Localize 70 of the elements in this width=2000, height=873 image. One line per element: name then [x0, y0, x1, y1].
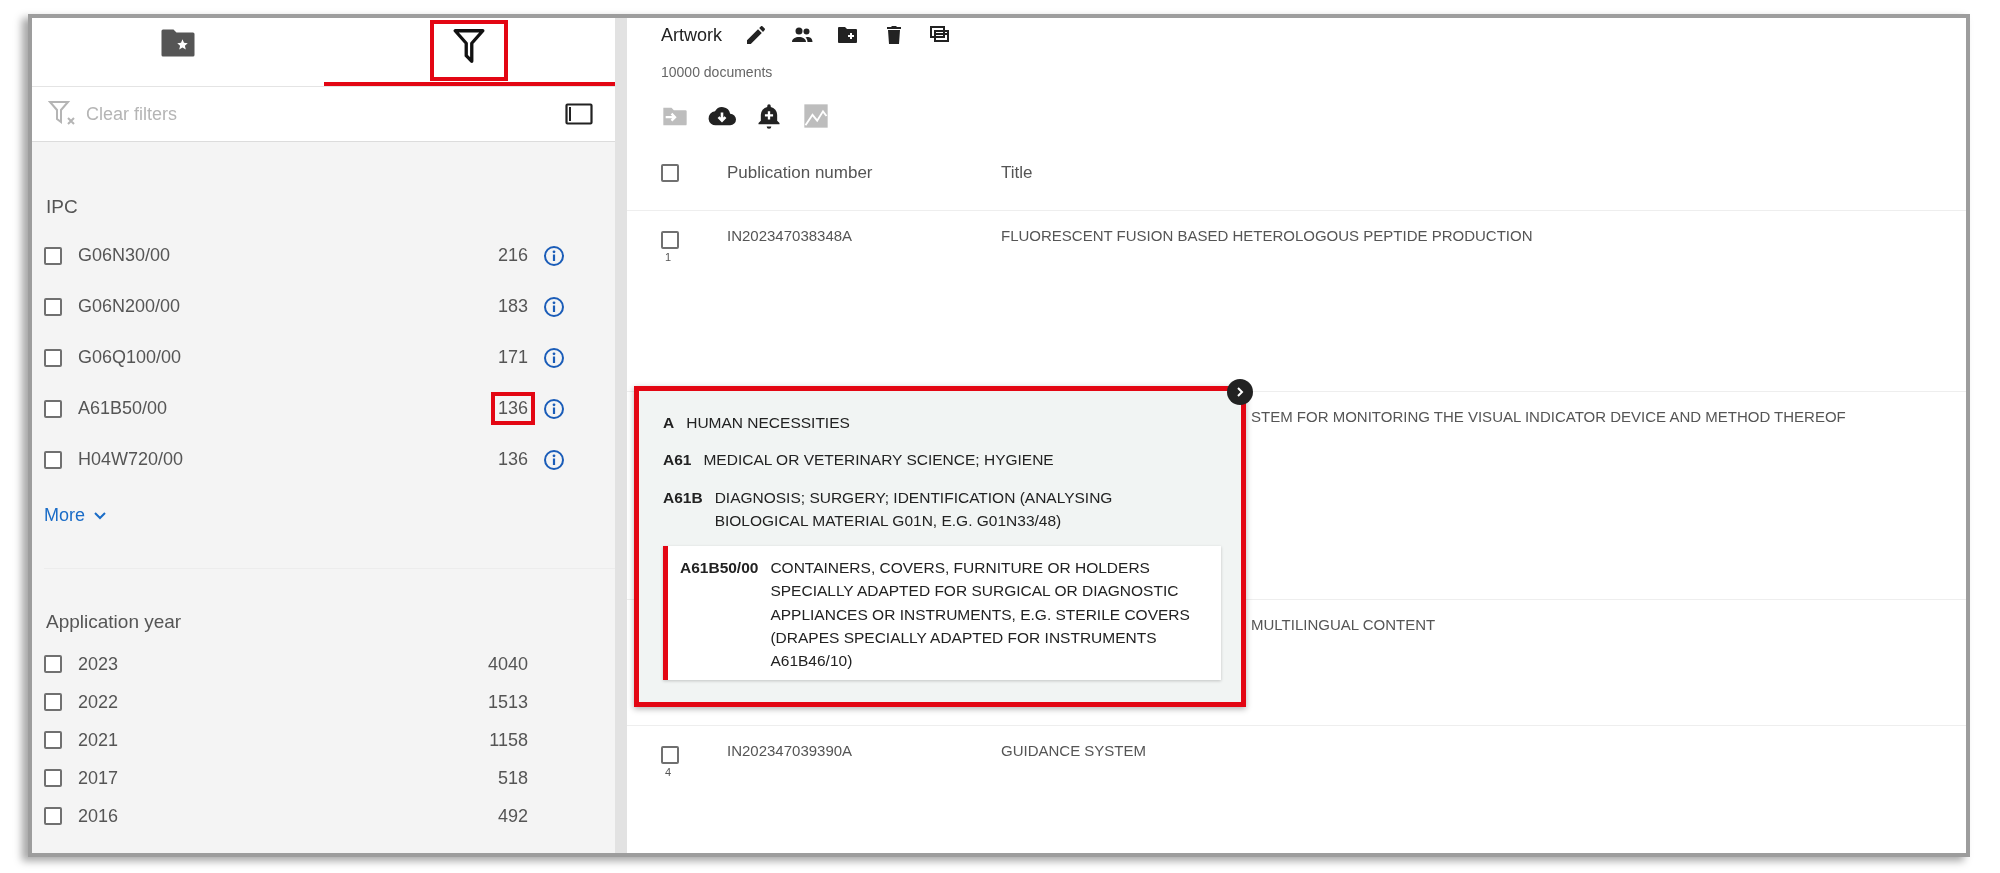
- pencil-icon[interactable]: [744, 23, 768, 47]
- checkbox[interactable]: [44, 399, 62, 418]
- facet-count: 136: [496, 448, 529, 471]
- facet-label: G06Q100/00: [78, 347, 183, 368]
- checkbox[interactable]: [44, 348, 62, 367]
- select-all-checkbox[interactable]: [661, 164, 679, 182]
- info-icon[interactable]: [543, 346, 565, 369]
- caret-icon: [93, 510, 107, 521]
- checkbox[interactable]: [44, 655, 62, 673]
- facet-label: 2016: [78, 805, 120, 827]
- facet-label: 2021: [78, 729, 120, 751]
- chevron-icon: [1234, 386, 1246, 398]
- row-checkbox[interactable]: [661, 746, 679, 764]
- class-code: A61: [663, 450, 692, 471]
- document-title[interactable]: STEM FOR MONITORING THE VISUAL INDICATOR DEVICE AND METHOD THEREOF: [1251, 408, 1846, 425]
- class-code: A61B: [663, 487, 703, 508]
- class-description: HUMAN NECESSITIES: [686, 413, 850, 433]
- facet-count: 171: [496, 346, 529, 369]
- facet-count: 216: [496, 244, 529, 267]
- facet-label: 2017: [78, 767, 120, 789]
- column-header[interactable]: Title: [1001, 163, 1033, 183]
- class-code: A: [663, 413, 675, 433]
- publication-number[interactable]: IN202347039390A: [727, 726, 1001, 759]
- facet-count: 492: [496, 804, 529, 828]
- close-button[interactable]: [1227, 379, 1253, 405]
- document-title[interactable]: FLUORESCENT FUSION BASED HETEROLOGOUS PEPTIDE PRODUCTION: [1001, 211, 1533, 244]
- filter-icon: [452, 28, 487, 64]
- star-folder-icon: [159, 28, 196, 58]
- facet-count: 1513: [486, 690, 529, 714]
- facet-label: A61B50/00: [78, 398, 169, 419]
- facet-count: 136: [490, 392, 535, 425]
- sidebar-tab[interactable]: [323, 18, 615, 86]
- facet-label: G06N30/00: [78, 245, 172, 266]
- checkbox[interactable]: [44, 297, 62, 316]
- info-icon[interactable]: [543, 244, 565, 267]
- facet-label: H04W720/00: [78, 449, 185, 470]
- checkbox[interactable]: [44, 246, 62, 265]
- class-description: MEDICAL OR VETERINARY SCIENCE; HYGIENE: [703, 450, 1054, 471]
- facet-title: IPC: [45, 196, 79, 218]
- info-icon[interactable]: [543, 295, 565, 318]
- more-button[interactable]: More: [44, 505, 107, 526]
- checkbox[interactable]: [44, 807, 62, 825]
- checkbox[interactable]: [44, 769, 62, 787]
- document-title[interactable]: MULTILINGUAL CONTENT: [1251, 616, 1436, 633]
- checkbox[interactable]: [44, 693, 62, 711]
- class-description: CONTAINERS, COVERS, FURNITURE OR HOLDERS SPECIALLY ADAPTED FOR SURGICAL OR DIAGNOSTIC APPLIANCES OR INSTRUMENTS, E.G. STERILE COVERS (DRAPES SPECIALLY ADAPTED FOR INSTRUMENTS A61B46/10): [770, 558, 1191, 671]
- facet-title: Application year: [45, 611, 183, 633]
- publication-number[interactable]: IN202347038348A: [727, 211, 1001, 244]
- panel-toggle-icon[interactable]: [565, 103, 593, 125]
- checkbox[interactable]: [44, 450, 62, 469]
- info-icon[interactable]: [543, 397, 565, 420]
- facet-label: 2023: [78, 653, 120, 675]
- column-header[interactable]: Publication number: [727, 163, 1001, 183]
- facet-count: 1158: [488, 728, 529, 752]
- class-code: A61B50/00: [680, 558, 759, 578]
- class-description: DIAGNOSIS; SURGERY; IDENTIFICATION (ANALYSING BIOLOGICAL MATERIAL G01N, E.G. G01N33/48): [714, 487, 1114, 531]
- facet-count: 518: [496, 766, 529, 790]
- row-number: 1: [665, 251, 672, 263]
- sidebar-tab[interactable]: [32, 18, 324, 86]
- facet-label: G06N200/00: [78, 296, 182, 317]
- facet-label: 2022: [78, 691, 120, 713]
- document-count: 10000 documents: [661, 64, 774, 80]
- collection-title: Artwork: [661, 24, 722, 46]
- facet-count: 183: [496, 295, 529, 318]
- row-checkbox[interactable]: [661, 231, 679, 249]
- info-icon[interactable]: [543, 448, 565, 471]
- facet-count: 4040: [486, 652, 529, 676]
- checkbox[interactable]: [44, 731, 62, 749]
- row-number: 4: [665, 766, 672, 778]
- document-title[interactable]: GUIDANCE SYSTEM: [1001, 726, 1147, 759]
